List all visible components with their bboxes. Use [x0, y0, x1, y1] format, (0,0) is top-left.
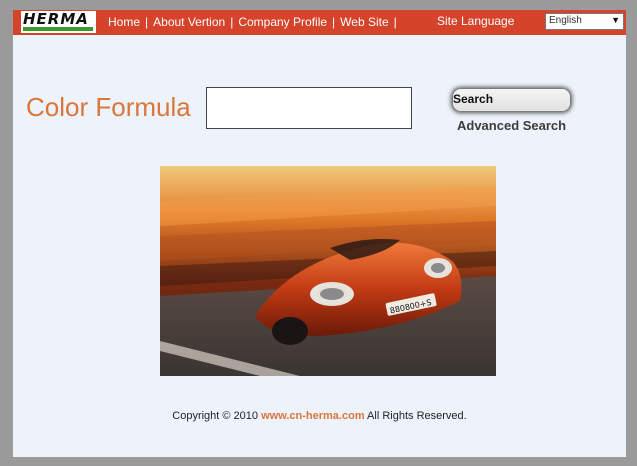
- nav-home-link[interactable]: Home: [108, 15, 140, 29]
- top-nav-bar: HERMA Home | About Vertion | Company Profile…: [13, 10, 626, 35]
- search-button-label: Search: [453, 92, 494, 106]
- herma-logo[interactable]: HERMA: [21, 10, 96, 33]
- site-language-label: Site Language: [437, 14, 515, 28]
- logo-text: HERMA: [23, 10, 89, 28]
- footer-copyright: Copyright © 2010 www.cn-herma.com All Ri…: [13, 410, 626, 422]
- car-illustration: 880800+S: [160, 166, 496, 376]
- logo-underline: [23, 27, 93, 31]
- dropdown-arrow-icon: ▼: [611, 15, 620, 25]
- page-frame: HERMA Home | About Vertion | Company Profile…: [13, 10, 626, 457]
- search-button[interactable]: Search: [453, 89, 570, 111]
- copyright-prefix: Copyright © 2010: [172, 410, 262, 422]
- nav-separator: |: [230, 15, 234, 29]
- nav-about-link[interactable]: About Vertion: [153, 15, 225, 29]
- nav-company-profile-link[interactable]: Company Profile: [238, 15, 327, 29]
- language-select-value: English: [549, 15, 582, 26]
- nav-separator: |: [332, 15, 336, 29]
- main-nav: Home | About Vertion | Company Profile | Web S…: [108, 15, 402, 29]
- footer-site-link[interactable]: www.cn-herma.com: [261, 410, 365, 422]
- nav-web-site-link[interactable]: Web Site: [340, 15, 388, 29]
- nav-separator: |: [145, 15, 149, 29]
- language-select[interactable]: English ▼: [545, 13, 624, 30]
- search-input[interactable]: [206, 87, 412, 129]
- copyright-suffix: All Rights Reserved.: [364, 410, 467, 422]
- hero-car-image: 880800+S: [160, 166, 496, 376]
- nav-separator: |: [393, 15, 397, 29]
- page-title: Color Formula: [26, 92, 191, 122]
- advanced-search-link[interactable]: Advanced Search: [457, 118, 566, 133]
